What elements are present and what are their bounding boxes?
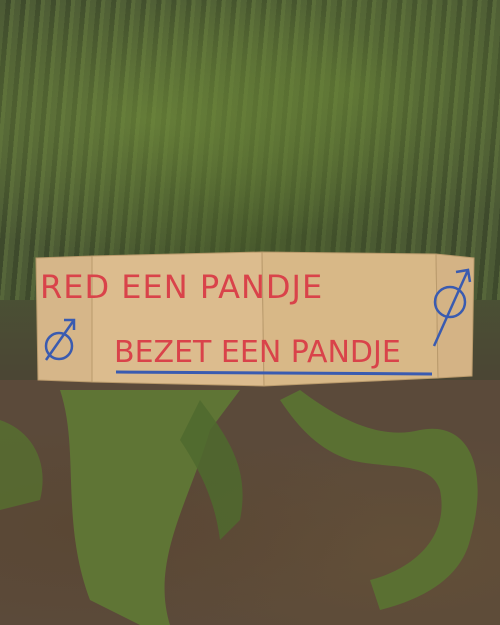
cardboard-sign: RED EEN PANDJE BEZET EEN PANDJE bbox=[34, 250, 476, 390]
sign-line-2: BEZET EEN PANDJE bbox=[114, 335, 401, 370]
photo-scene: RED EEN PANDJE BEZET EEN PANDJE bbox=[0, 0, 500, 625]
sign-line-1: RED EEN PANDJE bbox=[40, 268, 323, 306]
underline bbox=[115, 370, 433, 376]
